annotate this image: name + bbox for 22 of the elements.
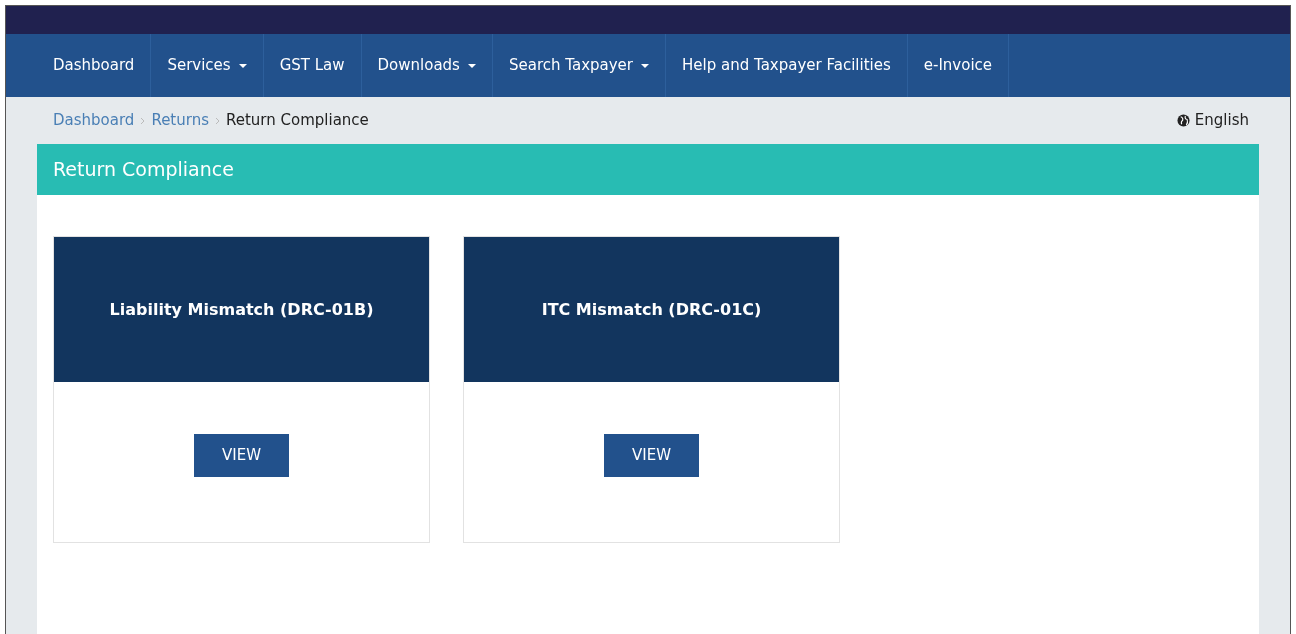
caret-icon [641, 63, 649, 68]
caret-icon [238, 63, 247, 68]
nav-item[interactable]: Downloads [361, 34, 493, 97]
nav-item[interactable]: Dashboard [37, 34, 152, 97]
card-title: Liability Mismatch (DRC-01B) [109, 298, 374, 321]
chevron-icon [140, 116, 146, 125]
breadcrumb-link[interactable]: Dashboard [53, 109, 135, 132]
nav-item[interactable]: Search Taxpayer [492, 34, 666, 97]
nav-item[interactable]: GST Law [263, 34, 362, 97]
breadcrumb-current: Return Compliance [226, 110, 369, 132]
language-selector[interactable]: English [1194, 109, 1249, 132]
globe-icon [1176, 114, 1190, 127]
nav-item[interactable]: Services [151, 34, 264, 97]
breadcrumb-link[interactable]: Returns [151, 109, 209, 132]
view-button[interactable]: VIEW [194, 434, 289, 477]
nav-item[interactable]: e-Invoice [907, 34, 1010, 97]
panel-title: Return Compliance [53, 157, 234, 183]
card-title: ITC Mismatch (DRC-01C) [541, 298, 762, 321]
chevron-icon [215, 116, 220, 125]
caret-icon [467, 63, 476, 68]
view-button[interactable]: VIEW [604, 434, 699, 477]
nav-item[interactable]: Help and Taxpayer Facilities [666, 34, 908, 97]
